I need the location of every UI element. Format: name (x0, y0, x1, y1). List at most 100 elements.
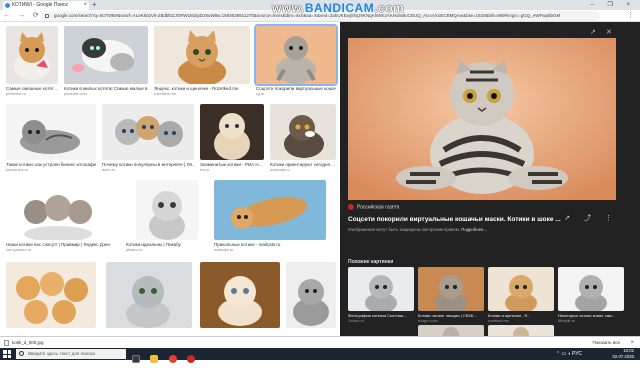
result-caption[interactable]: Яндекс, котики и щеночки - Rozetked.me (154, 86, 250, 91)
result-card[interactable]: Самые смешные котят… pinterest.ru (6, 26, 58, 96)
similar-image[interactable] (348, 267, 414, 311)
result-card[interactable]: Наши котики нас спасут! | Правмир | Янде… (6, 180, 110, 254)
result-card[interactable]: Котики в милых котята! Самые милые в... … (64, 26, 148, 96)
result-thumbnail[interactable] (6, 104, 96, 160)
browser-menu-icon[interactable]: ⋮ (627, 10, 634, 21)
chrome-icon[interactable] (168, 355, 177, 363)
similar-source: lifestyle.ru (558, 319, 576, 323)
show-all-downloads-button[interactable]: Показать все (593, 339, 620, 347)
bandicam-icon[interactable] (187, 355, 196, 363)
result-thumbnail[interactable] (200, 104, 264, 160)
result-caption[interactable]: Знаменитые котики - РИА Н... (200, 162, 264, 167)
similar-image[interactable] (488, 325, 554, 336)
taskbar-apps (132, 350, 201, 368)
download-filename: kotik_d_000.jpg (12, 340, 44, 345)
result-source: mailcats.ru (214, 248, 234, 252)
similar-caption[interactable]: Фотографии котенка Скоттиш... (348, 313, 414, 318)
result-card[interactable]: Почему котики популярны в интернете | Ля… (102, 104, 194, 172)
google-favicon-icon (5, 3, 10, 8)
result-source: dzen.ru (102, 168, 116, 172)
result-source: pinterest.ru (6, 92, 27, 96)
result-card[interactable]: Знаменитые котики - РИА Н... ria.ru (200, 104, 264, 172)
taskbar-search-field[interactable]: Введите здесь текст для поиска (16, 349, 126, 359)
result-source: zen.yandex.ru (6, 248, 32, 252)
image-preview-panel: ↗ ✕ Российская газета Соцсети покорили в… (340, 22, 640, 336)
result-card[interactable]: Котики ориентируют сегодня ... svoboda.r… (270, 104, 336, 172)
result-thumbnail[interactable] (18, 180, 98, 240)
tab-title: КОТИКИ - Google Поиск (12, 2, 68, 8)
preview-image[interactable] (348, 38, 616, 200)
system-tray-icons[interactable]: ⌃ ▭ ◖ РУС (556, 351, 582, 357)
result-thumbnail[interactable] (214, 180, 326, 240)
result-caption[interactable]: Котики идеальны | Пикабу (126, 242, 208, 247)
result-card[interactable]: Яндекс, котики и щеночки - Rozetked.me r… (154, 26, 250, 96)
result-caption[interactable]: Наши котики нас спасут! | Правмир | Янде… (6, 242, 110, 247)
result-card[interactable] (200, 262, 280, 332)
downloads-bar: kotik_d_000.jpg Показать все × (0, 336, 640, 348)
watermark-suffix: .com (374, 1, 405, 15)
file-explorer-icon[interactable] (150, 355, 159, 363)
publisher-name: Российская газета (357, 204, 400, 211)
task-view-icon[interactable] (132, 355, 140, 363)
similar-caption[interactable]: Некоторые котики знают сам... (558, 313, 624, 318)
result-thumbnail[interactable] (154, 26, 250, 84)
preview-title[interactable]: Соцсети покорили виртуальные кошачьи мас… (348, 216, 588, 223)
result-card[interactable] (6, 262, 96, 332)
result-caption[interactable]: Котики в милых котята! Самые милые в... (64, 86, 148, 91)
result-card[interactable]: Прикольные котики - mailcats.ru mailcats… (214, 180, 336, 254)
publisher[interactable]: Российская газета (348, 204, 399, 210)
result-caption[interactable]: Соцсети покорили виртуальные кошачьи… (256, 86, 336, 91)
result-thumbnail[interactable] (6, 262, 96, 328)
result-caption[interactable]: Самые смешные котят… (6, 86, 58, 91)
similar-caption[interactable]: Котики читают эмоции | СЕКБ... (418, 313, 484, 318)
publisher-logo-icon (348, 204, 354, 210)
similar-image[interactable] (488, 267, 554, 311)
lock-icon (45, 14, 49, 18)
bandicam-watermark: www.BANDICAM.com (272, 1, 404, 15)
result-thumbnail[interactable] (254, 24, 338, 86)
close-panel-icon[interactable]: ✕ (606, 28, 612, 36)
result-thumbnail[interactable] (286, 262, 336, 328)
result-caption[interactable]: Котики ориентируют сегодня ... (270, 162, 336, 167)
tab-close-icon[interactable]: × (83, 1, 87, 10)
windows-taskbar: Введите здесь текст для поиска ⌃ ▭ ◖ РУС… (0, 348, 640, 363)
open-link-icon[interactable]: ↗ (590, 28, 596, 36)
result-caption[interactable]: Почему котики популярны в интернете | Ля… (102, 162, 194, 167)
similar-source: 1zoom.ru (348, 319, 364, 323)
tab-google-search[interactable]: КОТИКИ - Google Поиск × (3, 1, 89, 10)
result-source: ria.ru (200, 168, 210, 172)
taskbar-search-placeholder: Введите здесь текст для поиска (28, 351, 95, 356)
result-caption[interactable]: Прикольные котики - mailcats.ru (214, 242, 336, 247)
window-controls[interactable]: – ❐ × (590, 0, 636, 10)
result-thumbnail[interactable] (106, 262, 192, 328)
result-thumbnail[interactable] (200, 262, 280, 328)
similar-image[interactable] (418, 267, 484, 311)
new-tab-button[interactable]: + (92, 0, 97, 10)
result-thumbnail[interactable] (102, 104, 194, 160)
result-source: rozetked.me (154, 92, 177, 96)
close-downloads-icon[interactable]: × (630, 339, 634, 347)
result-thumbnail[interactable] (270, 104, 336, 160)
result-card[interactable]: Котики идеальны | Пикабу pikabu.ru (126, 180, 208, 254)
system-clock[interactable]: 10:02 02.07.2020 (612, 348, 634, 360)
windows-start-icon[interactable] (3, 350, 11, 358)
similar-image[interactable] (558, 267, 624, 311)
result-source: rg.ru (256, 92, 265, 96)
download-item[interactable]: kotik_d_000.jpg (4, 339, 44, 347)
result-card[interactable] (106, 262, 194, 332)
result-source: kuban.rbc.ru (6, 168, 29, 172)
similar-image[interactable] (418, 325, 484, 336)
result-thumbnail[interactable] (136, 180, 198, 240)
preview-actions[interactable]: ↗ ⤴ ⋮ (564, 213, 618, 223)
copyright-link[interactable]: Подробнее... (461, 227, 487, 232)
result-card[interactable]: Такие котики: как устроен бизнес котокаф… (6, 104, 96, 172)
result-caption[interactable]: Такие котики: как устроен бизнес котокаф… (6, 162, 96, 167)
result-card[interactable] (286, 262, 336, 332)
result-card-selected[interactable]: Соцсети покорили виртуальные кошачьи… rg… (254, 24, 338, 96)
similar-images-label: Похожие картинки (348, 259, 394, 265)
similar-caption[interactable]: Котики и щеночки - Я... (488, 313, 554, 318)
navigation-buttons[interactable]: ← → ⟳ (3, 11, 42, 21)
result-thumbnail[interactable] (6, 26, 58, 84)
result-thumbnail[interactable] (64, 26, 148, 84)
result-source: svoboda.ru (270, 168, 290, 172)
